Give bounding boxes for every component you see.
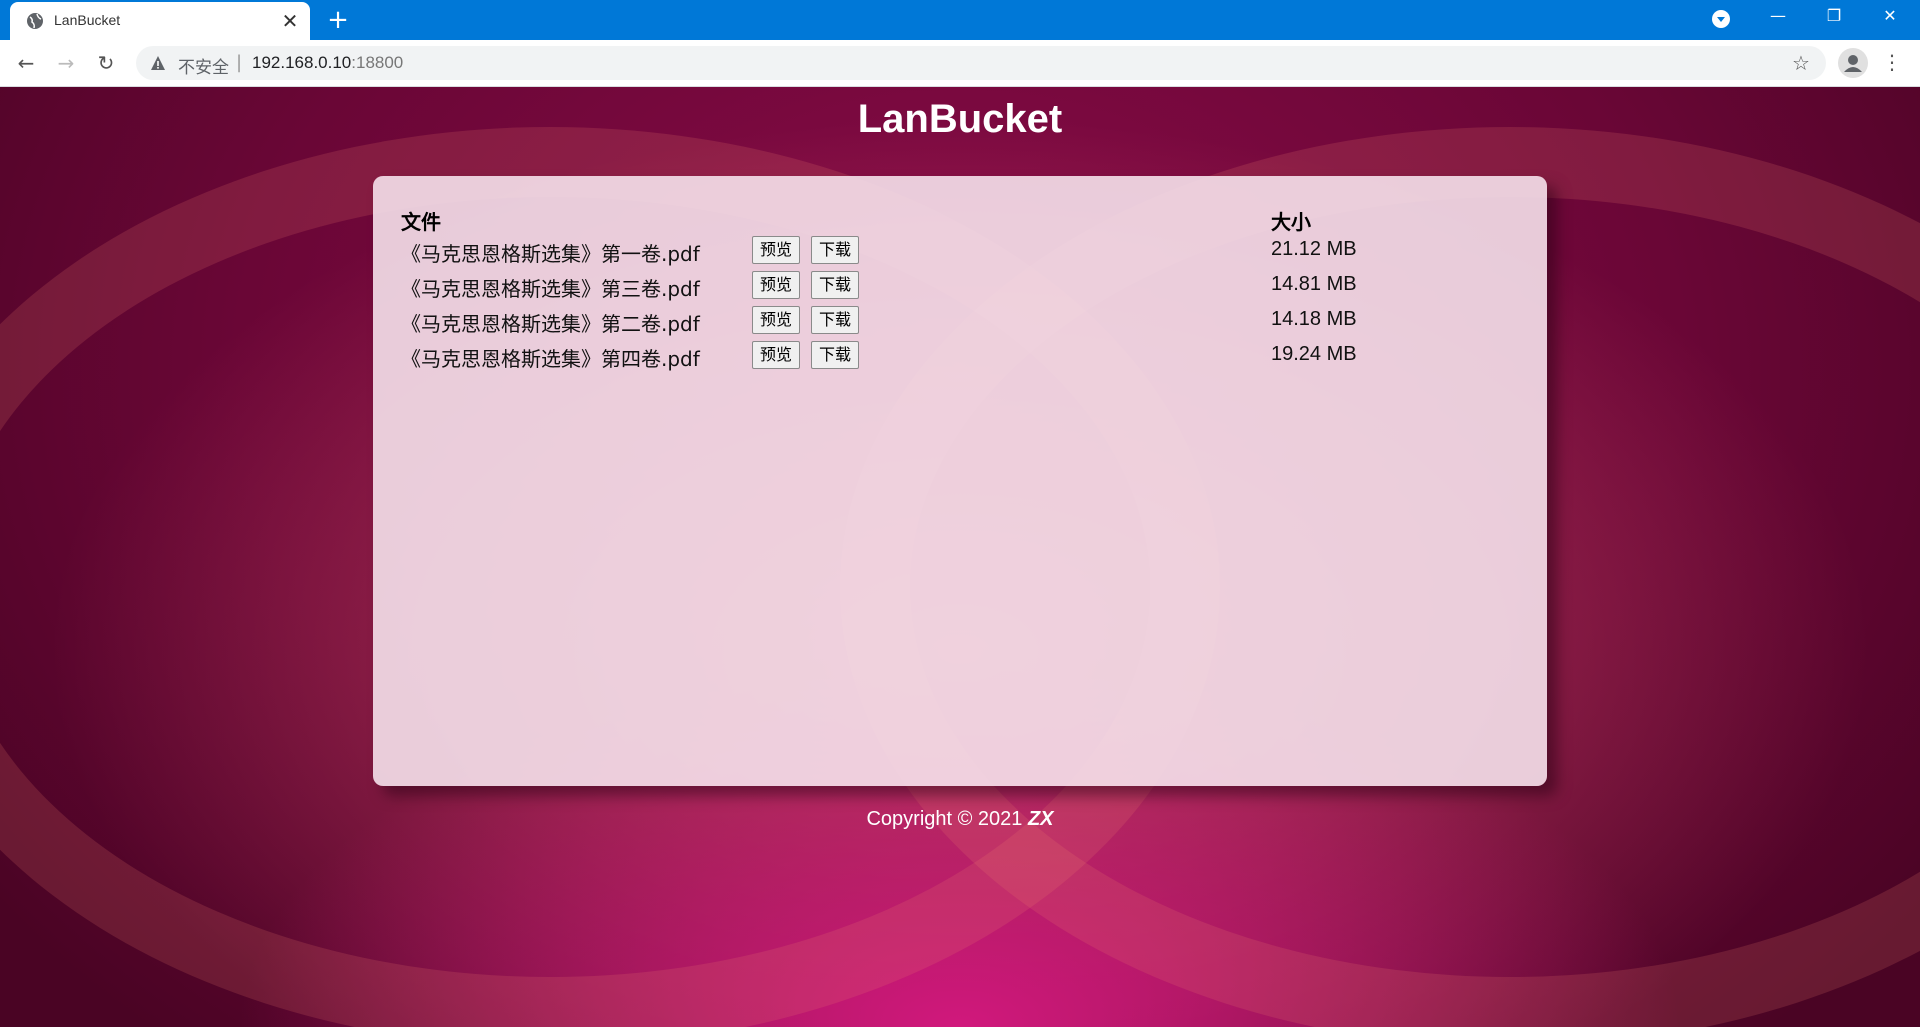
address-bar[interactable]: 不安全 | 192.168.0.10:18800 (136, 46, 1826, 80)
forward-icon[interactable]: → (52, 49, 80, 77)
back-icon[interactable]: ← (12, 49, 40, 77)
file-name: 《马克思恩格斯选集》第三卷.pdf (401, 277, 700, 301)
close-window-button[interactable]: ✕ (1862, 0, 1918, 32)
url-text[interactable]: 192.168.0.10:18800 (252, 53, 403, 73)
file-size: 14.81 MB (1271, 273, 1357, 295)
url-host: 192.168.0.10 (252, 53, 352, 72)
globe-icon (27, 13, 43, 29)
copyright-author: ZX (1027, 808, 1054, 830)
download-button[interactable]: 下载 (811, 271, 860, 299)
download-button[interactable]: 下载 (811, 236, 860, 264)
bookmark-star-icon[interactable]: ☆ (1792, 51, 1810, 75)
preview-button[interactable]: 预览 (752, 271, 801, 299)
reload-icon[interactable]: ↻ (92, 49, 120, 77)
preview-button[interactable]: 预览 (752, 236, 801, 264)
minimize-button[interactable]: — (1750, 0, 1806, 32)
more-menu-icon[interactable]: ⋮ (1882, 50, 1902, 74)
browser-toolbar: ← → ↻ 不安全 | 192.168.0.10:18800 ☆ ⋮ (0, 40, 1920, 87)
avatar[interactable] (1838, 48, 1868, 78)
maximize-button[interactable]: ❐ (1806, 0, 1862, 32)
browser-tab[interactable]: LanBucket ✕ (10, 2, 310, 40)
file-name: 《马克思恩格斯选集》第二卷.pdf (401, 312, 700, 336)
copyright-text: Copyright © 2021 (866, 808, 1028, 830)
file-list-card: 文件 大小 《马克思恩格斯选集》第一卷.pdf 预览 下载 21.12 MB 《… (373, 176, 1547, 786)
table-row: 《马克思恩格斯选集》第三卷.pdf 预览 下载 14.81 MB (401, 269, 1521, 301)
new-tab-button[interactable]: + (324, 6, 352, 34)
footer: Copyright © 2021 ZX (0, 808, 1920, 831)
address-separator: | (236, 52, 243, 73)
preview-button[interactable]: 预览 (752, 341, 801, 369)
tab-title: LanBucket (54, 12, 121, 28)
page-content: LanBucket 文件 大小 《马克思恩格斯选集》第一卷.pdf 预览 下载 … (0, 87, 1920, 1027)
security-label[interactable]: 不安全 (178, 53, 229, 78)
warning-icon (151, 56, 165, 70)
file-name: 《马克思恩格斯选集》第一卷.pdf (401, 242, 700, 266)
preview-button[interactable]: 预览 (752, 306, 801, 334)
url-port: :18800 (351, 53, 404, 72)
table-row: 《马克思恩格斯选集》第二卷.pdf 预览 下载 14.18 MB (401, 304, 1521, 336)
browser-titlebar: LanBucket ✕ + — ❐ ✕ (0, 0, 1920, 40)
download-button[interactable]: 下载 (811, 306, 860, 334)
download-button[interactable]: 下载 (811, 341, 860, 369)
file-size: 19.24 MB (1271, 343, 1357, 365)
file-column-header: 文件 (401, 210, 441, 234)
person-icon (1844, 55, 1862, 72)
file-size: 21.12 MB (1271, 238, 1357, 260)
file-size: 14.18 MB (1271, 308, 1357, 330)
file-name: 《马克思恩格斯选集》第四卷.pdf (401, 347, 700, 371)
tab-close-icon[interactable]: ✕ (278, 9, 302, 33)
size-column-header: 大小 (1271, 210, 1311, 234)
table-row: 《马克思恩格斯选集》第一卷.pdf 预览 下载 21.12 MB (401, 234, 1521, 266)
page-title: LanBucket (857, 97, 1063, 141)
profile-indicator-icon[interactable] (1712, 10, 1730, 28)
table-row: 《马克思恩格斯选集》第四卷.pdf 预览 下载 19.24 MB (401, 339, 1521, 371)
